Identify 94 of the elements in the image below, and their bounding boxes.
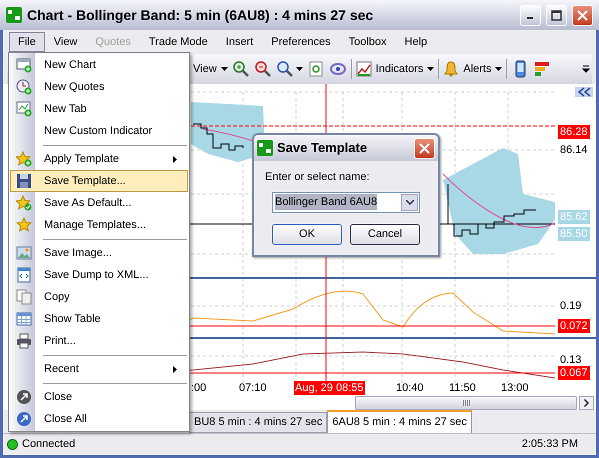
axis-value-label: 0.19 — [559, 299, 582, 313]
close-icon — [419, 142, 430, 154]
time-axis-label: :00 — [191, 381, 206, 395]
time-axis-label: 11:50 — [449, 381, 476, 395]
menu-item[interactable]: Save As Default... — [10, 192, 188, 214]
table-icon — [16, 311, 32, 327]
selected-text: Bollinger Band 6AU8 — [275, 194, 378, 210]
arrow-circle-icon — [16, 411, 32, 427]
copy-icon — [16, 289, 32, 305]
menu-bar-item[interactable]: File — [9, 32, 45, 52]
menu-item[interactable]: New Quotes — [10, 76, 188, 98]
menu-item[interactable]: Save Dump to XML... — [10, 264, 188, 286]
axis-value-label: 85.62 — [558, 210, 590, 224]
menu-item[interactable]: New Tab — [10, 98, 188, 120]
toolbar-overflow-icon[interactable] — [582, 64, 590, 74]
menu-item[interactable]: Save Image... — [10, 242, 188, 264]
alerts-dropdown[interactable]: Alerts — [443, 60, 502, 78]
chart-plus-icon — [16, 101, 32, 117]
menu-item[interactable]: Apply Template — [10, 148, 188, 170]
caret-icon — [296, 67, 303, 71]
window-plus-icon — [16, 57, 32, 73]
grip-icon — [462, 400, 470, 406]
axis-value-label: 85.50 — [558, 227, 590, 241]
menu-item[interactable]: Manage Templates... — [10, 214, 188, 236]
star-check-icon — [16, 195, 32, 211]
menu-item[interactable]: Show Table — [10, 308, 188, 330]
menu-item[interactable]: New Custom Indicator — [10, 120, 188, 142]
menu-bar-item[interactable]: Toolbox — [340, 32, 396, 52]
chart-icon — [356, 61, 372, 77]
window-title: Chart - Bollinger Band: 5 min (6AU8) : 4 mins 27 sec — [27, 6, 374, 25]
star-plus-icon — [16, 151, 32, 167]
prompt-label: Enter or select name: — [265, 170, 371, 185]
ok-button[interactable]: OK — [272, 224, 342, 244]
cancel-button[interactable]: Cancel — [350, 224, 420, 244]
minimize-button[interactable] — [520, 4, 541, 26]
menu-item[interactable]: Save Template... — [10, 170, 188, 192]
clock-plus-icon — [16, 79, 32, 95]
chart-tab[interactable]: BU8 5 min : 4 mins 27 sec — [189, 412, 328, 433]
menu-item[interactable]: Recent — [10, 358, 188, 380]
color-bars-icon[interactable] — [533, 60, 552, 78]
axis-value-label: 86.28 — [558, 125, 590, 139]
chevron-right-icon — [584, 398, 589, 406]
document-code-icon — [16, 267, 32, 283]
maximize-button[interactable] — [546, 4, 567, 26]
dialog-title: Save Template — [277, 139, 368, 158]
arrow-circle-icon — [16, 389, 32, 405]
menu-bar-item[interactable]: Preferences — [262, 32, 340, 52]
maximize-icon — [551, 10, 562, 20]
view-dropdown[interactable]: View — [193, 60, 228, 78]
menu-item[interactable]: Close All — [10, 408, 188, 430]
menu-bar-item[interactable]: Insert — [216, 32, 262, 52]
search-icon — [276, 60, 294, 78]
time-axis-label: 13:00 — [501, 381, 529, 395]
chart-tab[interactable]: 6AU8 5 min : 4 mins 27 sec — [327, 410, 472, 433]
menu-item[interactable]: Close — [10, 386, 188, 408]
clock-text: 2:05:33 PM — [522, 437, 578, 452]
horizontal-scrollbar[interactable] — [355, 396, 577, 410]
axis-value-label: 0.072 — [558, 319, 590, 333]
close-button[interactable] — [572, 4, 593, 26]
caret-icon — [427, 67, 434, 71]
collapse-arrows-icon — [575, 87, 593, 97]
close-button[interactable] — [414, 138, 435, 158]
printer-icon — [16, 333, 32, 349]
axis-value-label: 0.13 — [559, 353, 582, 367]
close-icon — [577, 10, 588, 20]
menu-item[interactable]: Copy — [10, 286, 188, 308]
app-logo-icon — [257, 140, 273, 156]
submenu-arrow-icon — [173, 366, 177, 372]
axis-value-label: 0.067 — [558, 366, 590, 380]
menu-item[interactable]: Print... — [10, 330, 188, 352]
zoom-out-icon[interactable] — [254, 60, 272, 78]
menu-bar-item[interactable]: Help — [396, 32, 436, 52]
zoom-dropdown[interactable] — [276, 60, 303, 78]
caret-icon — [495, 67, 502, 71]
caret-icon — [220, 67, 228, 71]
menu-item[interactable]: New Chart — [10, 54, 188, 76]
connection-status: Connected — [22, 437, 76, 452]
menu-bar-item[interactable]: View — [44, 32, 86, 52]
name-combo-box[interactable]: Bollinger Band 6AU8 — [272, 192, 420, 212]
time-axis-label: 07:10 — [239, 381, 267, 395]
chevron-down-icon — [406, 200, 414, 204]
indicators-dropdown[interactable]: Indicators — [356, 60, 434, 78]
bell-icon — [443, 61, 460, 77]
app-logo-icon — [6, 7, 22, 23]
time-axis-label: 10:40 — [396, 381, 424, 395]
cursor-time-label: Aug, 29 08:55 — [294, 381, 365, 395]
menu-bar-item[interactable]: Trade Mode — [140, 32, 217, 52]
dropdown-button[interactable] — [401, 194, 418, 210]
scroll-right-button[interactable] — [579, 396, 594, 410]
zoom-in-icon[interactable] — [232, 60, 250, 78]
axis-value-label: 86.14 — [559, 143, 589, 157]
image-icon — [16, 245, 32, 261]
star-icon — [16, 217, 32, 233]
submenu-arrow-icon — [173, 156, 177, 162]
